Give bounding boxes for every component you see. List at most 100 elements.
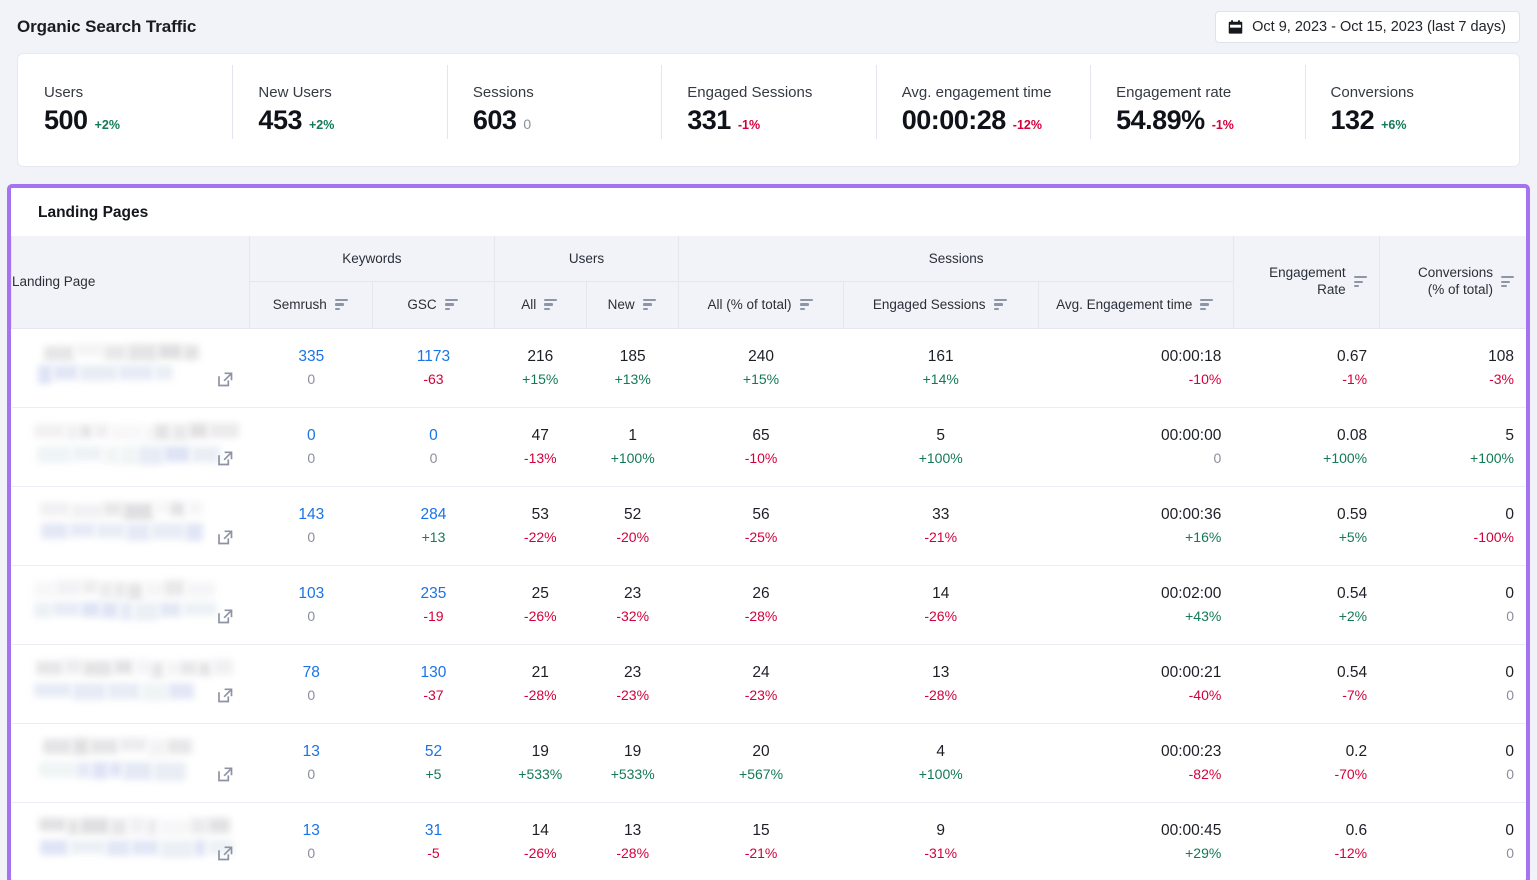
table-row[interactable]: 780130-3721-28%23-23%24-23%13-28%00:00:2… [12, 644, 1527, 723]
header-conversions[interactable]: Conversions (% of total) [1379, 236, 1526, 328]
table-row[interactable]: 000047-13%1+100%65-10%5+100%00:00:0000.0… [12, 407, 1527, 486]
sort-descending-icon[interactable] [335, 299, 348, 310]
kpi-delta: -1% [1212, 118, 1234, 132]
metric-value[interactable]: 13 [262, 820, 361, 842]
metric-cell: 19+533% [586, 723, 678, 802]
metric-value: 9 [855, 820, 1026, 842]
metric-delta: +100% [598, 448, 666, 468]
external-link-icon[interactable] [217, 371, 234, 388]
metric-delta: -28% [855, 685, 1026, 705]
date-range-picker[interactable]: Oct 9, 2023 - Oct 15, 2023 (last 7 days) [1215, 11, 1520, 43]
landing-page-cell[interactable] [12, 723, 250, 802]
header-gsc[interactable]: GSC [373, 281, 494, 328]
sort-descending-icon[interactable] [1200, 299, 1213, 310]
sort-descending-icon[interactable] [1354, 276, 1367, 287]
metric-cell: 19+533% [494, 723, 586, 802]
metric-value[interactable]: 130 [385, 662, 482, 684]
table-row[interactable]: 1430284+1353-22%52-20%56-25%33-21%00:00:… [12, 486, 1527, 565]
metric-delta: -3% [1391, 369, 1514, 389]
table-row[interactable]: 13031-514-26%13-28%15-21%9-31%00:00:45+2… [12, 802, 1527, 880]
metric-delta: +13% [598, 369, 666, 389]
external-link-icon[interactable] [217, 845, 234, 862]
table-row[interactable]: 33501173-63216+15%185+13%240+15%161+14%0… [12, 328, 1527, 407]
metric-delta: 0 [1391, 843, 1514, 863]
metric-delta: +533% [506, 764, 574, 784]
metric-value: 185 [598, 346, 666, 368]
external-link-icon[interactable] [217, 529, 234, 546]
metric-value: 5 [855, 425, 1026, 447]
header-users-all[interactable]: All [494, 281, 586, 328]
landing-page-cell[interactable] [12, 328, 250, 407]
metric-cell: 130-37 [373, 644, 494, 723]
landing-page-cell[interactable] [12, 407, 250, 486]
metric-delta: -12% [1245, 843, 1367, 863]
metric-value[interactable]: 1173 [385, 346, 482, 368]
header-engaged-sessions[interactable]: Engaged Sessions [843, 281, 1038, 328]
header-group-label: Keywords [342, 251, 401, 266]
metric-value[interactable]: 0 [262, 425, 361, 447]
metric-cell: 130 [250, 802, 373, 880]
metric-value[interactable]: 143 [262, 504, 361, 526]
metric-delta: +13 [385, 527, 482, 547]
metric-delta: -20% [598, 527, 666, 547]
metric-value[interactable]: 235 [385, 583, 482, 605]
metric-value[interactable]: 78 [262, 662, 361, 684]
metric-cell: 23-23% [586, 644, 678, 723]
metric-value[interactable]: 103 [262, 583, 361, 605]
metric-cell: 00:00:21-40% [1038, 644, 1233, 723]
sort-descending-icon[interactable] [800, 299, 813, 310]
metric-delta: -63 [385, 369, 482, 389]
metric-value[interactable]: 52 [385, 741, 482, 763]
metric-value: 4 [855, 741, 1026, 763]
kpi-label: Engaged Sessions [687, 84, 875, 101]
table-row[interactable]: 1030235-1925-26%23-32%26-28%14-26%00:02:… [12, 565, 1527, 644]
metric-value: 20 [691, 741, 831, 763]
metric-delta: -26% [855, 606, 1026, 626]
metric-value[interactable]: 0 [385, 425, 482, 447]
sort-descending-icon[interactable] [994, 299, 1007, 310]
landing-page-redacted [29, 339, 240, 397]
external-link-icon[interactable] [217, 450, 234, 467]
external-link-icon[interactable] [217, 766, 234, 783]
metric-value[interactable]: 335 [262, 346, 361, 368]
metric-delta: -19 [385, 606, 482, 626]
metric-delta: -21% [855, 527, 1026, 547]
external-link-icon[interactable] [217, 687, 234, 704]
header-landing-page-label: Landing Page [12, 274, 95, 289]
header-engagement-rate[interactable]: Engagement Rate [1233, 236, 1379, 328]
sort-descending-icon[interactable] [1501, 276, 1514, 287]
page-header: Organic Search Traffic Oct 9, 2023 - Oct… [0, 0, 1537, 53]
metric-value: 47 [506, 425, 574, 447]
metric-delta: -5 [385, 843, 482, 863]
metric-delta: -40% [1050, 685, 1221, 705]
header-semrush[interactable]: Semrush [250, 281, 373, 328]
landing-page-cell[interactable] [12, 565, 250, 644]
header-sessions-all-percent[interactable]: All (% of total) [679, 281, 843, 328]
kpi-label: New Users [258, 84, 446, 101]
metric-cell: 0.08+100% [1233, 407, 1379, 486]
header-label: Engaged Sessions [873, 297, 986, 312]
metric-cell: 00 [1379, 565, 1526, 644]
kpi-value: 00:00:28 [902, 105, 1006, 136]
landing-page-cell[interactable] [12, 486, 250, 565]
metric-cell: 00 [1379, 644, 1526, 723]
metric-value[interactable]: 284 [385, 504, 482, 526]
metric-value: 65 [691, 425, 831, 447]
header-group-keywords: Keywords [250, 236, 494, 281]
kpi-label: Avg. engagement time [902, 84, 1090, 101]
metric-cell: 52-20% [586, 486, 678, 565]
metric-cell: 00:00:18-10% [1038, 328, 1233, 407]
metric-value[interactable]: 13 [262, 741, 361, 763]
metric-value: 13 [598, 820, 666, 842]
header-users-new[interactable]: New [586, 281, 678, 328]
external-link-icon[interactable] [217, 608, 234, 625]
sort-descending-icon[interactable] [544, 299, 557, 310]
header-avg-engagement-time[interactable]: Avg. Engagement time [1038, 281, 1233, 328]
metric-delta: 0 [262, 369, 361, 389]
sort-descending-icon[interactable] [445, 299, 458, 310]
table-row[interactable]: 13052+519+533%19+533%20+567%4+100%00:00:… [12, 723, 1527, 802]
landing-page-cell[interactable] [12, 802, 250, 880]
sort-descending-icon[interactable] [643, 299, 656, 310]
metric-value[interactable]: 31 [385, 820, 482, 842]
landing-page-cell[interactable] [12, 644, 250, 723]
